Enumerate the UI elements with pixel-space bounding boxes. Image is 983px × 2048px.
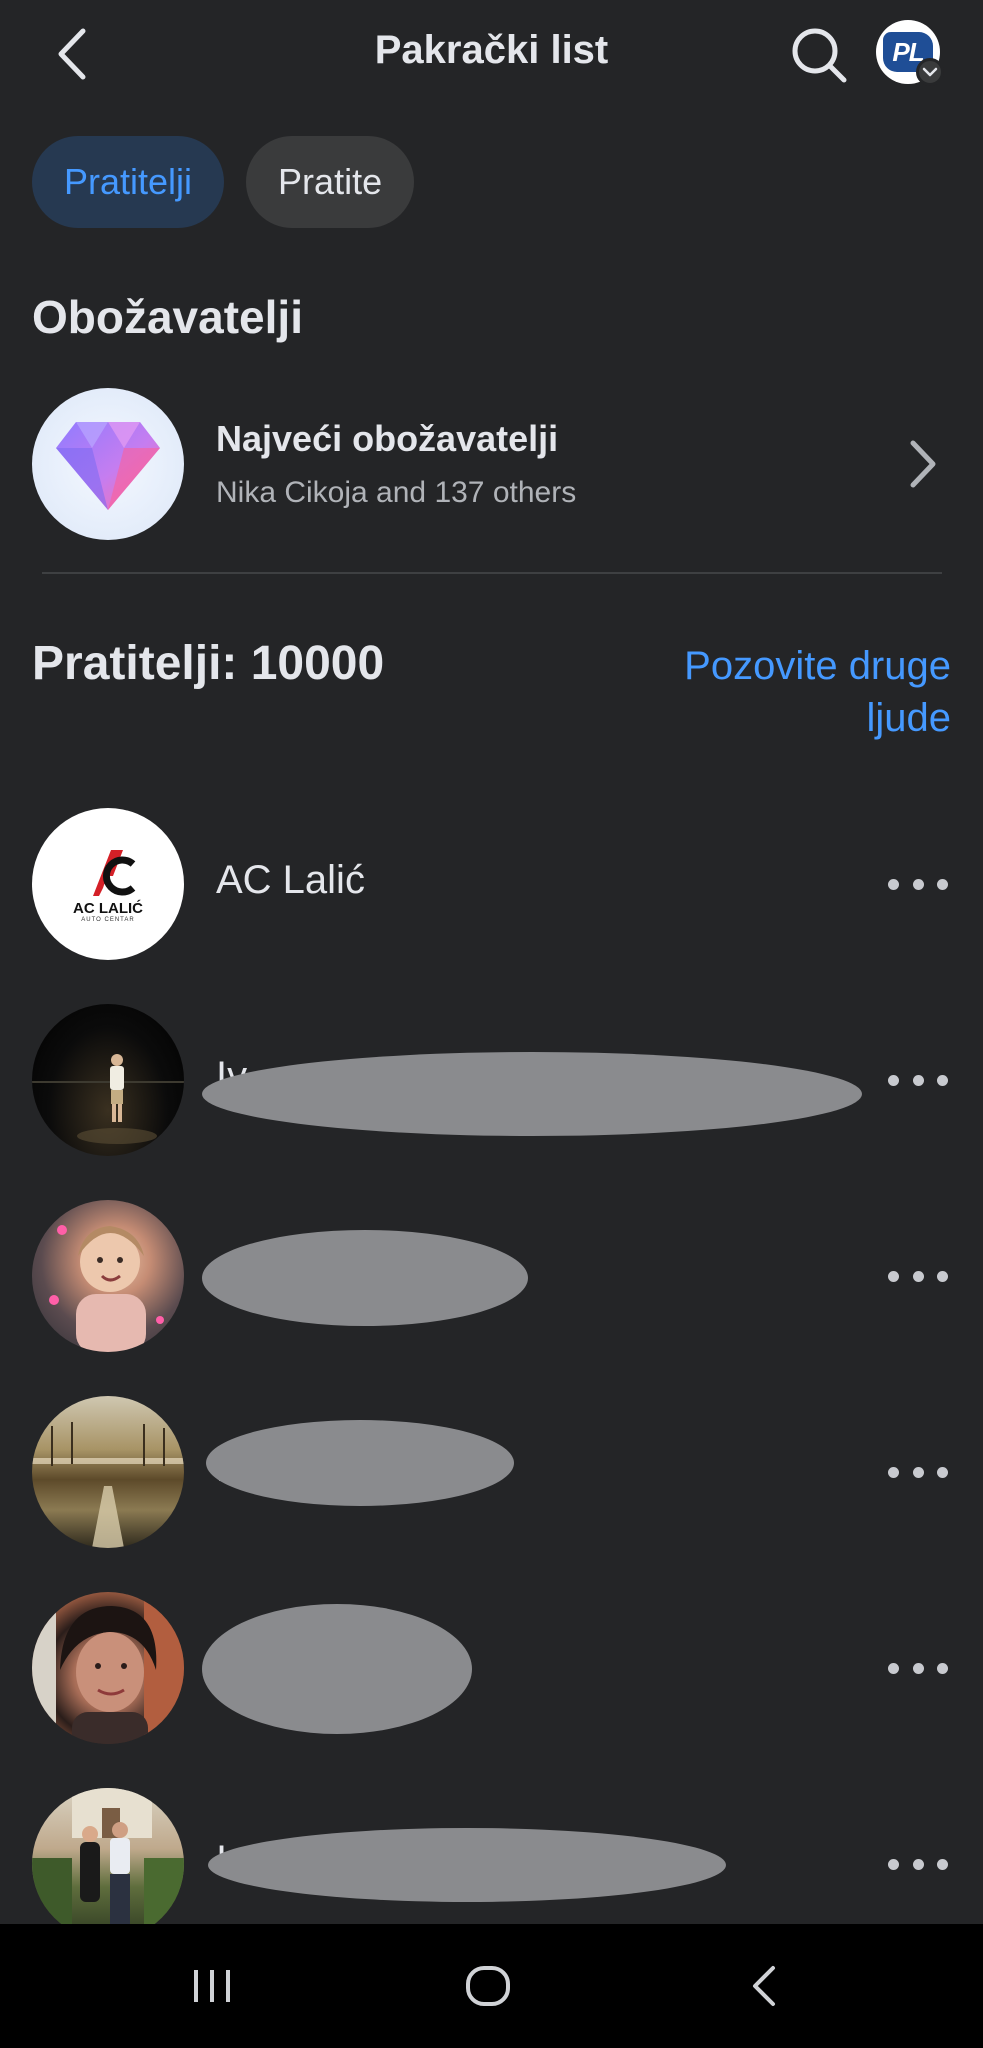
back-icon: [753, 1966, 775, 2006]
list-item[interactable]: AC LALIĆ AUTO CENTAR AC Lalić: [32, 808, 952, 960]
more-options-button[interactable]: [888, 866, 948, 902]
top-fans-row[interactable]: Najveći obožavatelji Nika Cikoja and 137…: [32, 388, 952, 540]
search-button[interactable]: [786, 22, 852, 88]
search-icon: [792, 28, 847, 83]
avatar[interactable]: [32, 1788, 184, 1940]
person-photo-icon: [32, 1592, 184, 1744]
page-avatar: PL: [876, 20, 944, 86]
diamond-icon: [32, 388, 184, 540]
person-photo-icon: [32, 1054, 184, 1144]
home-button[interactable]: [448, 1956, 528, 2016]
avatar[interactable]: [32, 1200, 184, 1352]
more-options-button[interactable]: [888, 1062, 948, 1098]
system-back-button[interactable]: [724, 1956, 804, 2016]
redacted-name: [202, 1604, 472, 1734]
people-photo-icon: [32, 1788, 184, 1940]
follower-name[interactable]: AC Lalić: [216, 858, 365, 903]
avatar[interactable]: [32, 1004, 184, 1156]
list-item[interactable]: [32, 1200, 952, 1352]
person-photo-icon: [49, 1225, 164, 1352]
home-icon: [466, 1966, 510, 2006]
avatar[interactable]: [32, 1592, 184, 1744]
recents-icon: [194, 1970, 230, 2002]
avatar[interactable]: [32, 1396, 184, 1548]
fans-section-title: Obožavatelji: [32, 291, 303, 343]
redacted-name: [202, 1230, 528, 1326]
recents-button[interactable]: [172, 1956, 252, 2016]
tab-bar: Pratitelji Pratite: [32, 136, 415, 228]
chevron-down-icon: [916, 58, 944, 86]
followers-count: Pratitelji: 10000: [32, 637, 385, 690]
header: Pakrački list PL: [0, 0, 983, 110]
list-item[interactable]: [32, 1592, 952, 1744]
top-fans-subtitle: Nika Cikoja and 137 others: [216, 476, 577, 509]
avatar[interactable]: AC LALIĆ AUTO CENTAR: [32, 808, 184, 960]
ac-lalic-logo-icon: [93, 849, 136, 896]
list-item[interactable]: Iv: [32, 1004, 952, 1156]
list-item[interactable]: M: [32, 1396, 952, 1548]
more-options-button[interactable]: [888, 1454, 948, 1490]
page: Pakrački list PL Pratitelji Pratite Obož…: [0, 0, 983, 2048]
avatar-logo-text: AC LALIĆ: [73, 899, 143, 917]
top-fans-title: Najveći obožavatelji: [216, 418, 559, 459]
tab-following[interactable]: Pratite: [246, 136, 415, 228]
landscape-photo-icon: [32, 1422, 184, 1548]
more-options-button[interactable]: [888, 1650, 948, 1686]
system-navigation-bar: [0, 1924, 983, 2048]
more-options-button[interactable]: [888, 1258, 948, 1294]
redacted-name: [206, 1420, 514, 1506]
divider: [42, 572, 942, 574]
more-options-button[interactable]: [888, 1846, 948, 1882]
avatar-logo-subtext: AUTO CENTAR: [81, 916, 135, 923]
redacted-name: [202, 1052, 862, 1136]
chevron-right-icon: [900, 434, 944, 494]
redacted-name: [208, 1828, 726, 1902]
profile-switcher-button[interactable]: PL: [876, 20, 946, 90]
list-item[interactable]: I: [32, 1788, 952, 1940]
invite-others-link[interactable]: Pozovite druge ljude: [651, 640, 951, 744]
tab-followers[interactable]: Pratitelji: [32, 136, 225, 228]
